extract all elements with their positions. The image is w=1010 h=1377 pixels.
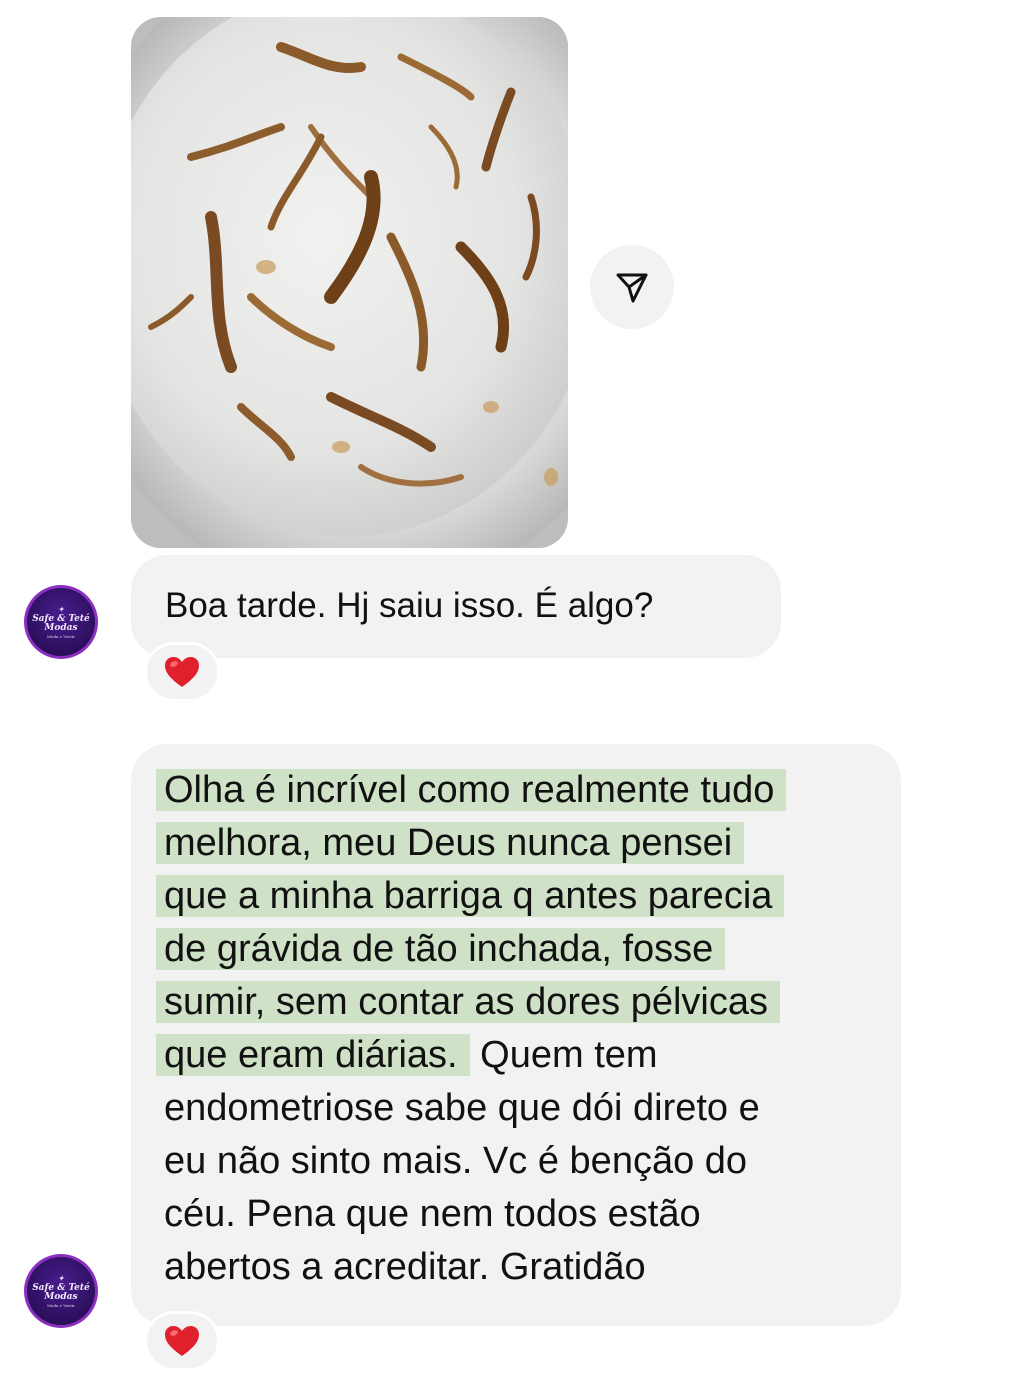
message-text: endometriose sabe que dói direto e [164, 1087, 760, 1129]
highlighted-text: sumir, sem contar as dores pélvicas [156, 981, 781, 1023]
message-text: eu não sinto mais. Vc é benção do [164, 1140, 748, 1182]
avatar-logo: ✦ Safe & Teté Modas Moda e Vestir [27, 1257, 95, 1325]
avatar-logo: ✦ Safe & Teté Modas Moda e Vestir [27, 588, 95, 656]
heart-icon [165, 657, 199, 687]
highlighted-text: melhora, meu Deus nunca pensei [156, 822, 745, 864]
highlighted-text: Olha é incrível como realmente tudo [156, 769, 787, 811]
message-line: céu. Pena que nem todos estão [164, 1188, 871, 1241]
message-line: Olha é incrível como realmente tudo [156, 764, 871, 817]
avatar-brand-line2: Modas [44, 1291, 78, 1302]
highlighted-text: de grávida de tão inchada, fosse [156, 928, 726, 970]
sender-avatar[interactable]: ✦ Safe & Teté Modas Moda e Vestir [24, 1254, 98, 1328]
message-line: sumir, sem contar as dores pélvicas [156, 976, 871, 1029]
sparkle-icon: ✦ [57, 1273, 65, 1283]
avatar-brand-line2: Modas [44, 622, 78, 633]
message-line: abertos a acreditar. Gratidão [164, 1241, 871, 1294]
paper-plane-icon [616, 273, 648, 303]
heart-icon [165, 1326, 199, 1356]
message-line: que eram diárias. Quem tem [156, 1029, 871, 1082]
message-line: melhora, meu Deus nunca pensei [156, 817, 871, 870]
message-text: Quem tem [469, 1034, 658, 1076]
message-text: Boa tarde. Hj saiu isso. É algo? [165, 586, 654, 625]
message-text: abertos a acreditar. Gratidão [164, 1246, 646, 1288]
sender-avatar[interactable]: ✦ Safe & Teté Modas Moda e Vestir [24, 585, 98, 659]
plate-photo-image [131, 17, 568, 548]
message-text: céu. Pena que nem todos estão [164, 1193, 701, 1235]
message-line: que a minha barriga q antes parecia [156, 870, 871, 923]
message-line: de grávida de tão inchada, fosse [156, 923, 871, 976]
share-button[interactable] [590, 245, 674, 329]
sparkle-icon: ✦ [57, 604, 65, 614]
reaction-badge[interactable] [144, 642, 220, 702]
message-line: eu não sinto mais. Vc é benção do [164, 1135, 871, 1188]
reaction-badge[interactable] [144, 1311, 220, 1371]
shared-photo[interactable] [131, 17, 568, 548]
highlighted-text: que eram diárias. [156, 1034, 470, 1076]
avatar-brand-line3: Moda e Vestir [46, 1302, 76, 1308]
message-bubble[interactable]: Boa tarde. Hj saiu isso. É algo? [131, 555, 781, 658]
avatar-brand-line3: Moda e Vestir [46, 633, 76, 639]
highlighted-text: que a minha barriga q antes parecia [156, 875, 785, 917]
message-line: endometriose sabe que dói direto e [164, 1082, 871, 1135]
message-bubble[interactable]: Olha é incrível como realmente tudo melh… [131, 744, 901, 1326]
